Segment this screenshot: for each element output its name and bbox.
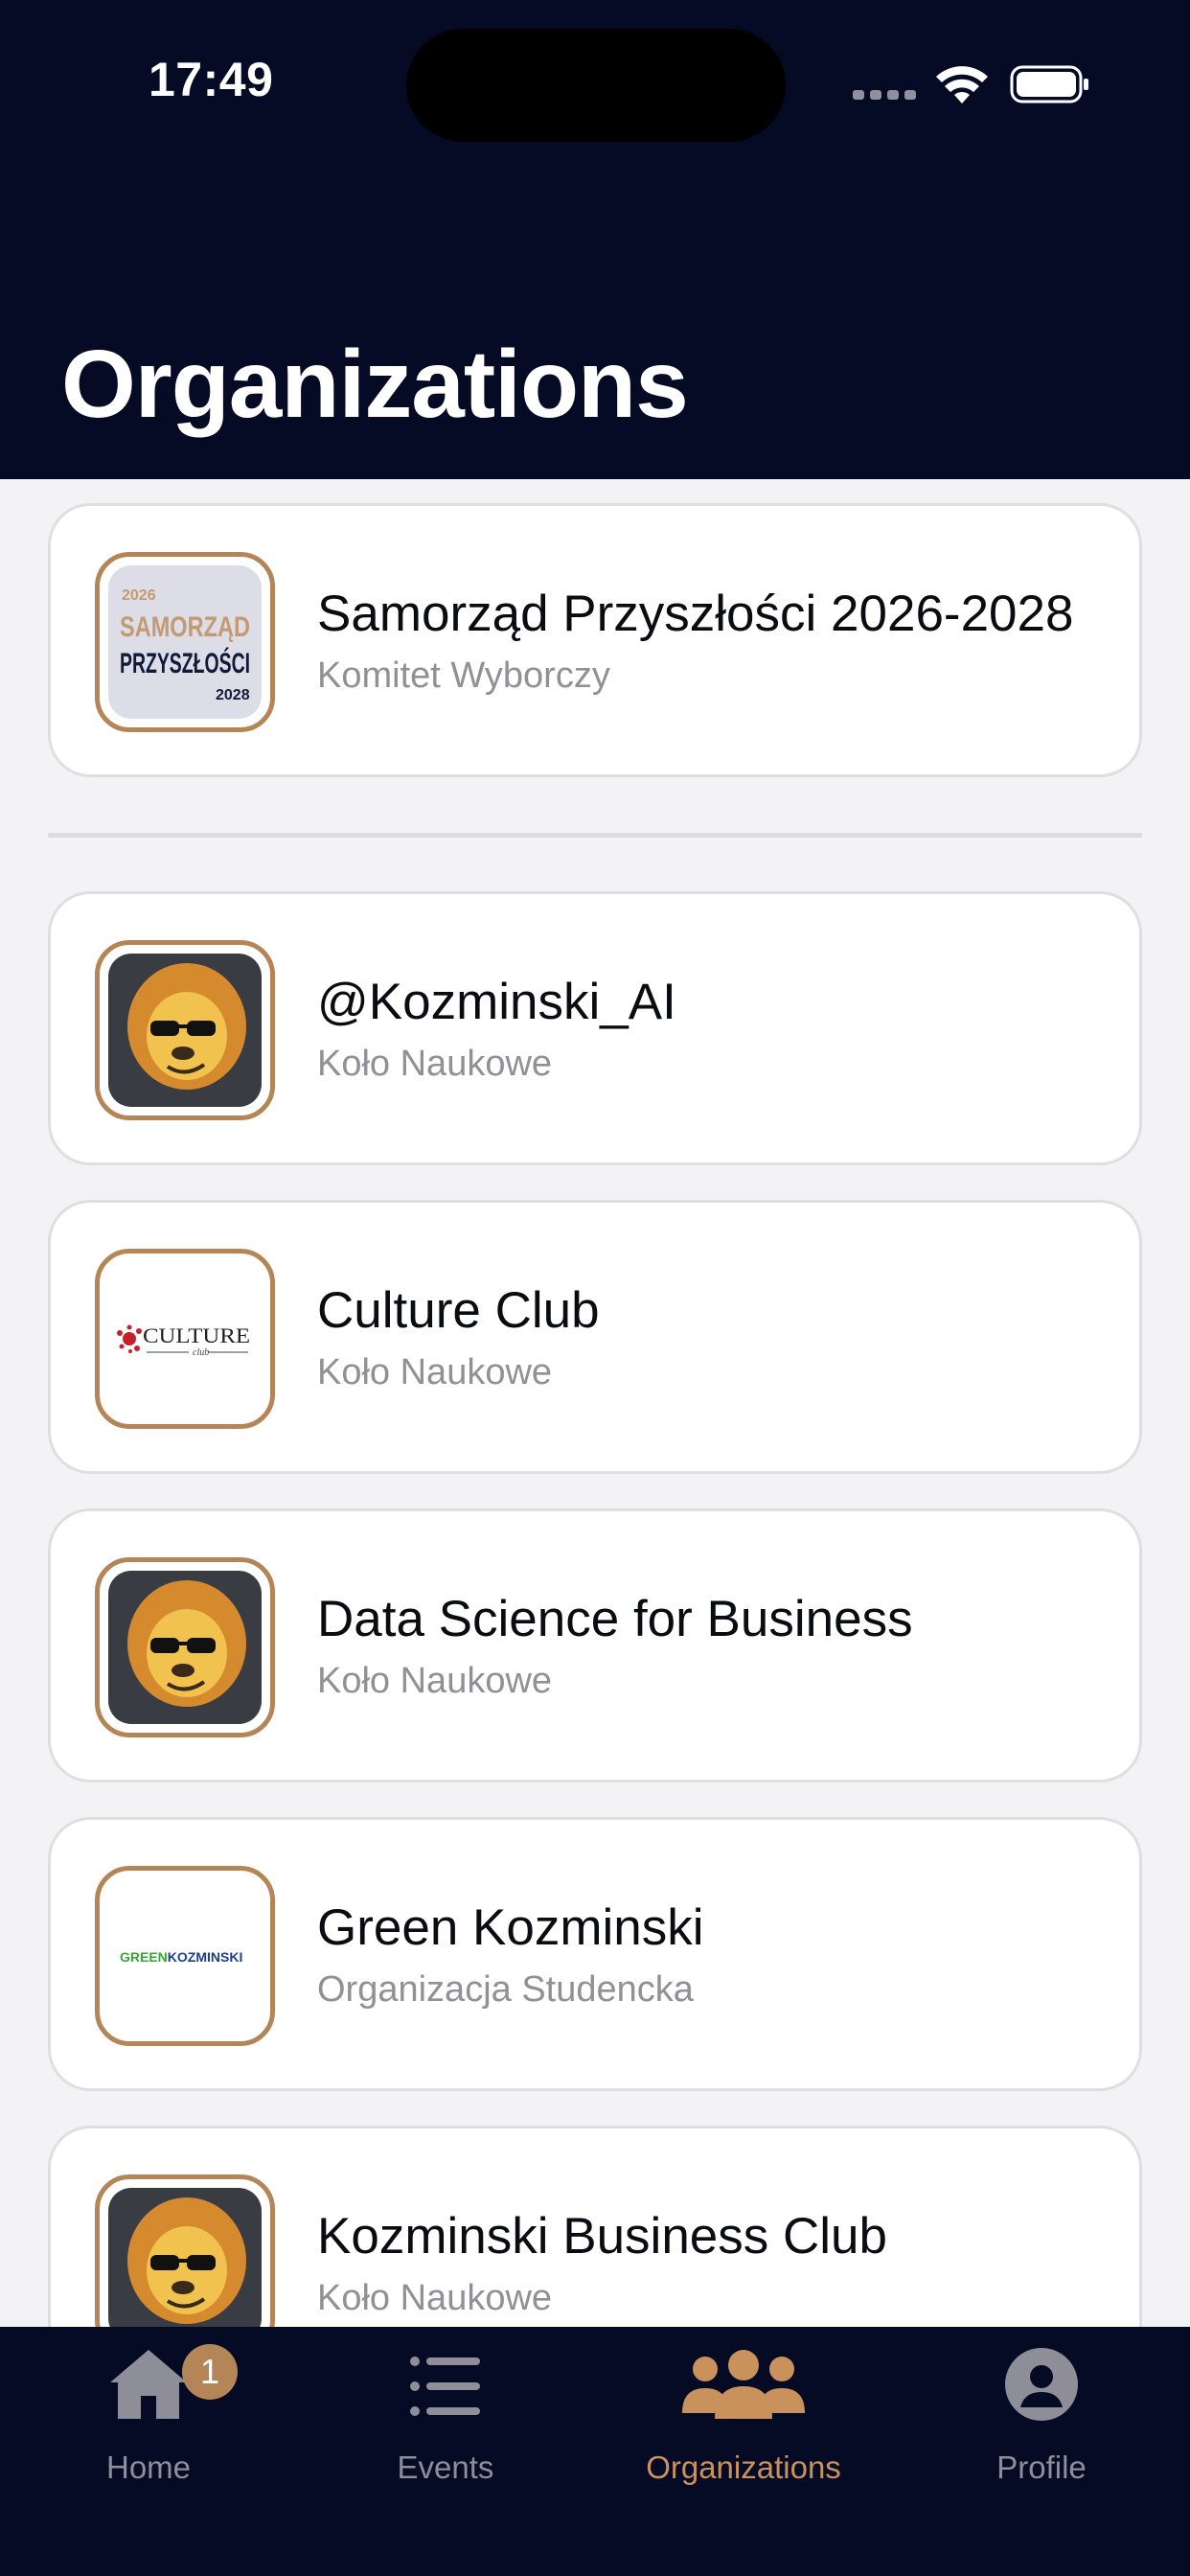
logo-text-green: GREEN bbox=[120, 1949, 168, 1965]
organization-card[interactable]: Kozminski Business Club Koło Naukowe bbox=[48, 2126, 1142, 2327]
logo-text-year-start: 2026 bbox=[122, 587, 156, 604]
organization-card-text: @Kozminski_AI Koło Naukowe bbox=[317, 969, 1101, 1088]
organization-card[interactable]: GREENKOZMINSKI Green Kozminski Organizac… bbox=[48, 1817, 1142, 2091]
header: 17:49 Organizations bbox=[0, 0, 1190, 479]
organization-name: @Kozminski_AI bbox=[317, 974, 676, 1030]
tab-label: Events bbox=[397, 2450, 494, 2485]
tab-profile[interactable]: Profile bbox=[893, 2327, 1190, 2499]
cellular-signal-icon bbox=[853, 90, 916, 102]
svg-text:GREENKOZMINSKI: GREENKOZMINSKI bbox=[120, 1949, 242, 1965]
organization-type: Komitet Wyborczy bbox=[317, 656, 610, 696]
organization-type: Koło Naukowe bbox=[317, 1044, 553, 1084]
notification-badge: 1 bbox=[182, 2344, 238, 2400]
tab-home[interactable]: 1 Home bbox=[0, 2327, 297, 2499]
organization-card-featured[interactable]: 2026 SAMORZĄD PRZYSZŁOŚCI 2028 Samorząd … bbox=[48, 503, 1142, 777]
logo-text-samorzad: SAMORZĄD bbox=[120, 611, 250, 643]
page-title: Organizations bbox=[61, 331, 689, 438]
person-icon bbox=[1005, 2348, 1078, 2421]
tab-organizations[interactable]: Organizations bbox=[595, 2327, 892, 2499]
lion-mascot-logo bbox=[95, 940, 275, 1120]
organization-card[interactable]: CULTURE club Culture Club Koło Naukowe bbox=[48, 1200, 1142, 1474]
home-icon bbox=[110, 2350, 187, 2419]
organization-type: Koło Naukowe bbox=[317, 1352, 553, 1392]
wifi-icon bbox=[936, 66, 988, 104]
logo-text-club: club bbox=[193, 1347, 209, 1358]
organization-card-text: Kozminski Business Club Koło Naukowe bbox=[317, 2203, 1101, 2322]
organization-name: Culture Club bbox=[317, 1282, 600, 1339]
lion-mascot-logo bbox=[95, 2174, 275, 2327]
list-icon bbox=[410, 2357, 480, 2416]
logo-text-year-end: 2028 bbox=[216, 687, 250, 703]
lion-mascot-graphic bbox=[127, 1580, 246, 1707]
culture-club-graphic: CULTURE club bbox=[117, 1323, 250, 1358]
status-bar: 17:49 bbox=[0, 0, 1190, 163]
organization-card[interactable]: @Kozminski_AI Koło Naukowe bbox=[48, 891, 1142, 1165]
culture-club-logo: CULTURE club bbox=[95, 1249, 275, 1429]
lion-mascot-graphic bbox=[127, 963, 246, 1090]
tab-label: Home bbox=[105, 2450, 192, 2485]
organization-name: Kozminski Business Club bbox=[317, 2208, 888, 2265]
organization-card-text: Samorząd Przyszłości 2026-2028 Komitet W… bbox=[317, 581, 1101, 700]
logo-text-kozminski: KOZMINSKI bbox=[168, 1949, 243, 1965]
organization-type: Organizacja Studencka bbox=[317, 1969, 694, 2010]
status-time: 17:49 bbox=[149, 53, 274, 106]
organization-name: Green Kozminski bbox=[317, 1899, 704, 1956]
tab-bar: 1 Home Events Organizations Profile bbox=[0, 2327, 1190, 2576]
dynamic-island bbox=[406, 29, 786, 142]
samorzad-przyszlosci-logo: 2026 SAMORZĄD PRZYSZŁOŚCI 2028 bbox=[95, 552, 275, 732]
battery-icon bbox=[1010, 65, 1088, 104]
organization-card-text: Green Kozminski Organizacja Studencka bbox=[317, 1895, 1101, 2013]
green-kozminski-graphic: GREENKOZMINSKI bbox=[120, 1949, 242, 1965]
organizations-list[interactable]: 2026 SAMORZĄD PRZYSZŁOŚCI 2028 Samorząd … bbox=[0, 479, 1190, 2327]
organization-card-text: Culture Club Koło Naukowe bbox=[317, 1277, 1101, 1396]
tab-label: Profile bbox=[996, 2450, 1087, 2485]
people-icon bbox=[682, 2350, 805, 2419]
organization-card[interactable]: Data Science for Business Koło Naukowe bbox=[48, 1508, 1142, 1782]
samorzad-przyszlosci-logo-graphic: 2026 SAMORZĄD PRZYSZŁOŚCI 2028 bbox=[120, 587, 250, 703]
organization-card-text: Data Science for Business Koło Naukowe bbox=[317, 1586, 1101, 1705]
organization-type: Koło Naukowe bbox=[317, 1661, 553, 1701]
logo-text-culture: CULTURE bbox=[143, 1323, 250, 1347]
organization-type: Koło Naukowe bbox=[317, 2278, 553, 2318]
organization-name: Samorząd Przyszłości 2026-2028 bbox=[317, 586, 1074, 642]
tab-label: Organizations bbox=[646, 2450, 841, 2485]
organization-name: Data Science for Business bbox=[317, 1591, 913, 1647]
lion-mascot-graphic bbox=[127, 2197, 246, 2324]
section-divider bbox=[48, 833, 1142, 838]
tab-events[interactable]: Events bbox=[297, 2327, 594, 2499]
logo-text-przyszlosci: PRZYSZŁOŚCI bbox=[120, 647, 250, 679]
lion-mascot-logo bbox=[95, 1557, 275, 1737]
green-kozminski-logo: GREENKOZMINSKI bbox=[95, 1866, 275, 2046]
